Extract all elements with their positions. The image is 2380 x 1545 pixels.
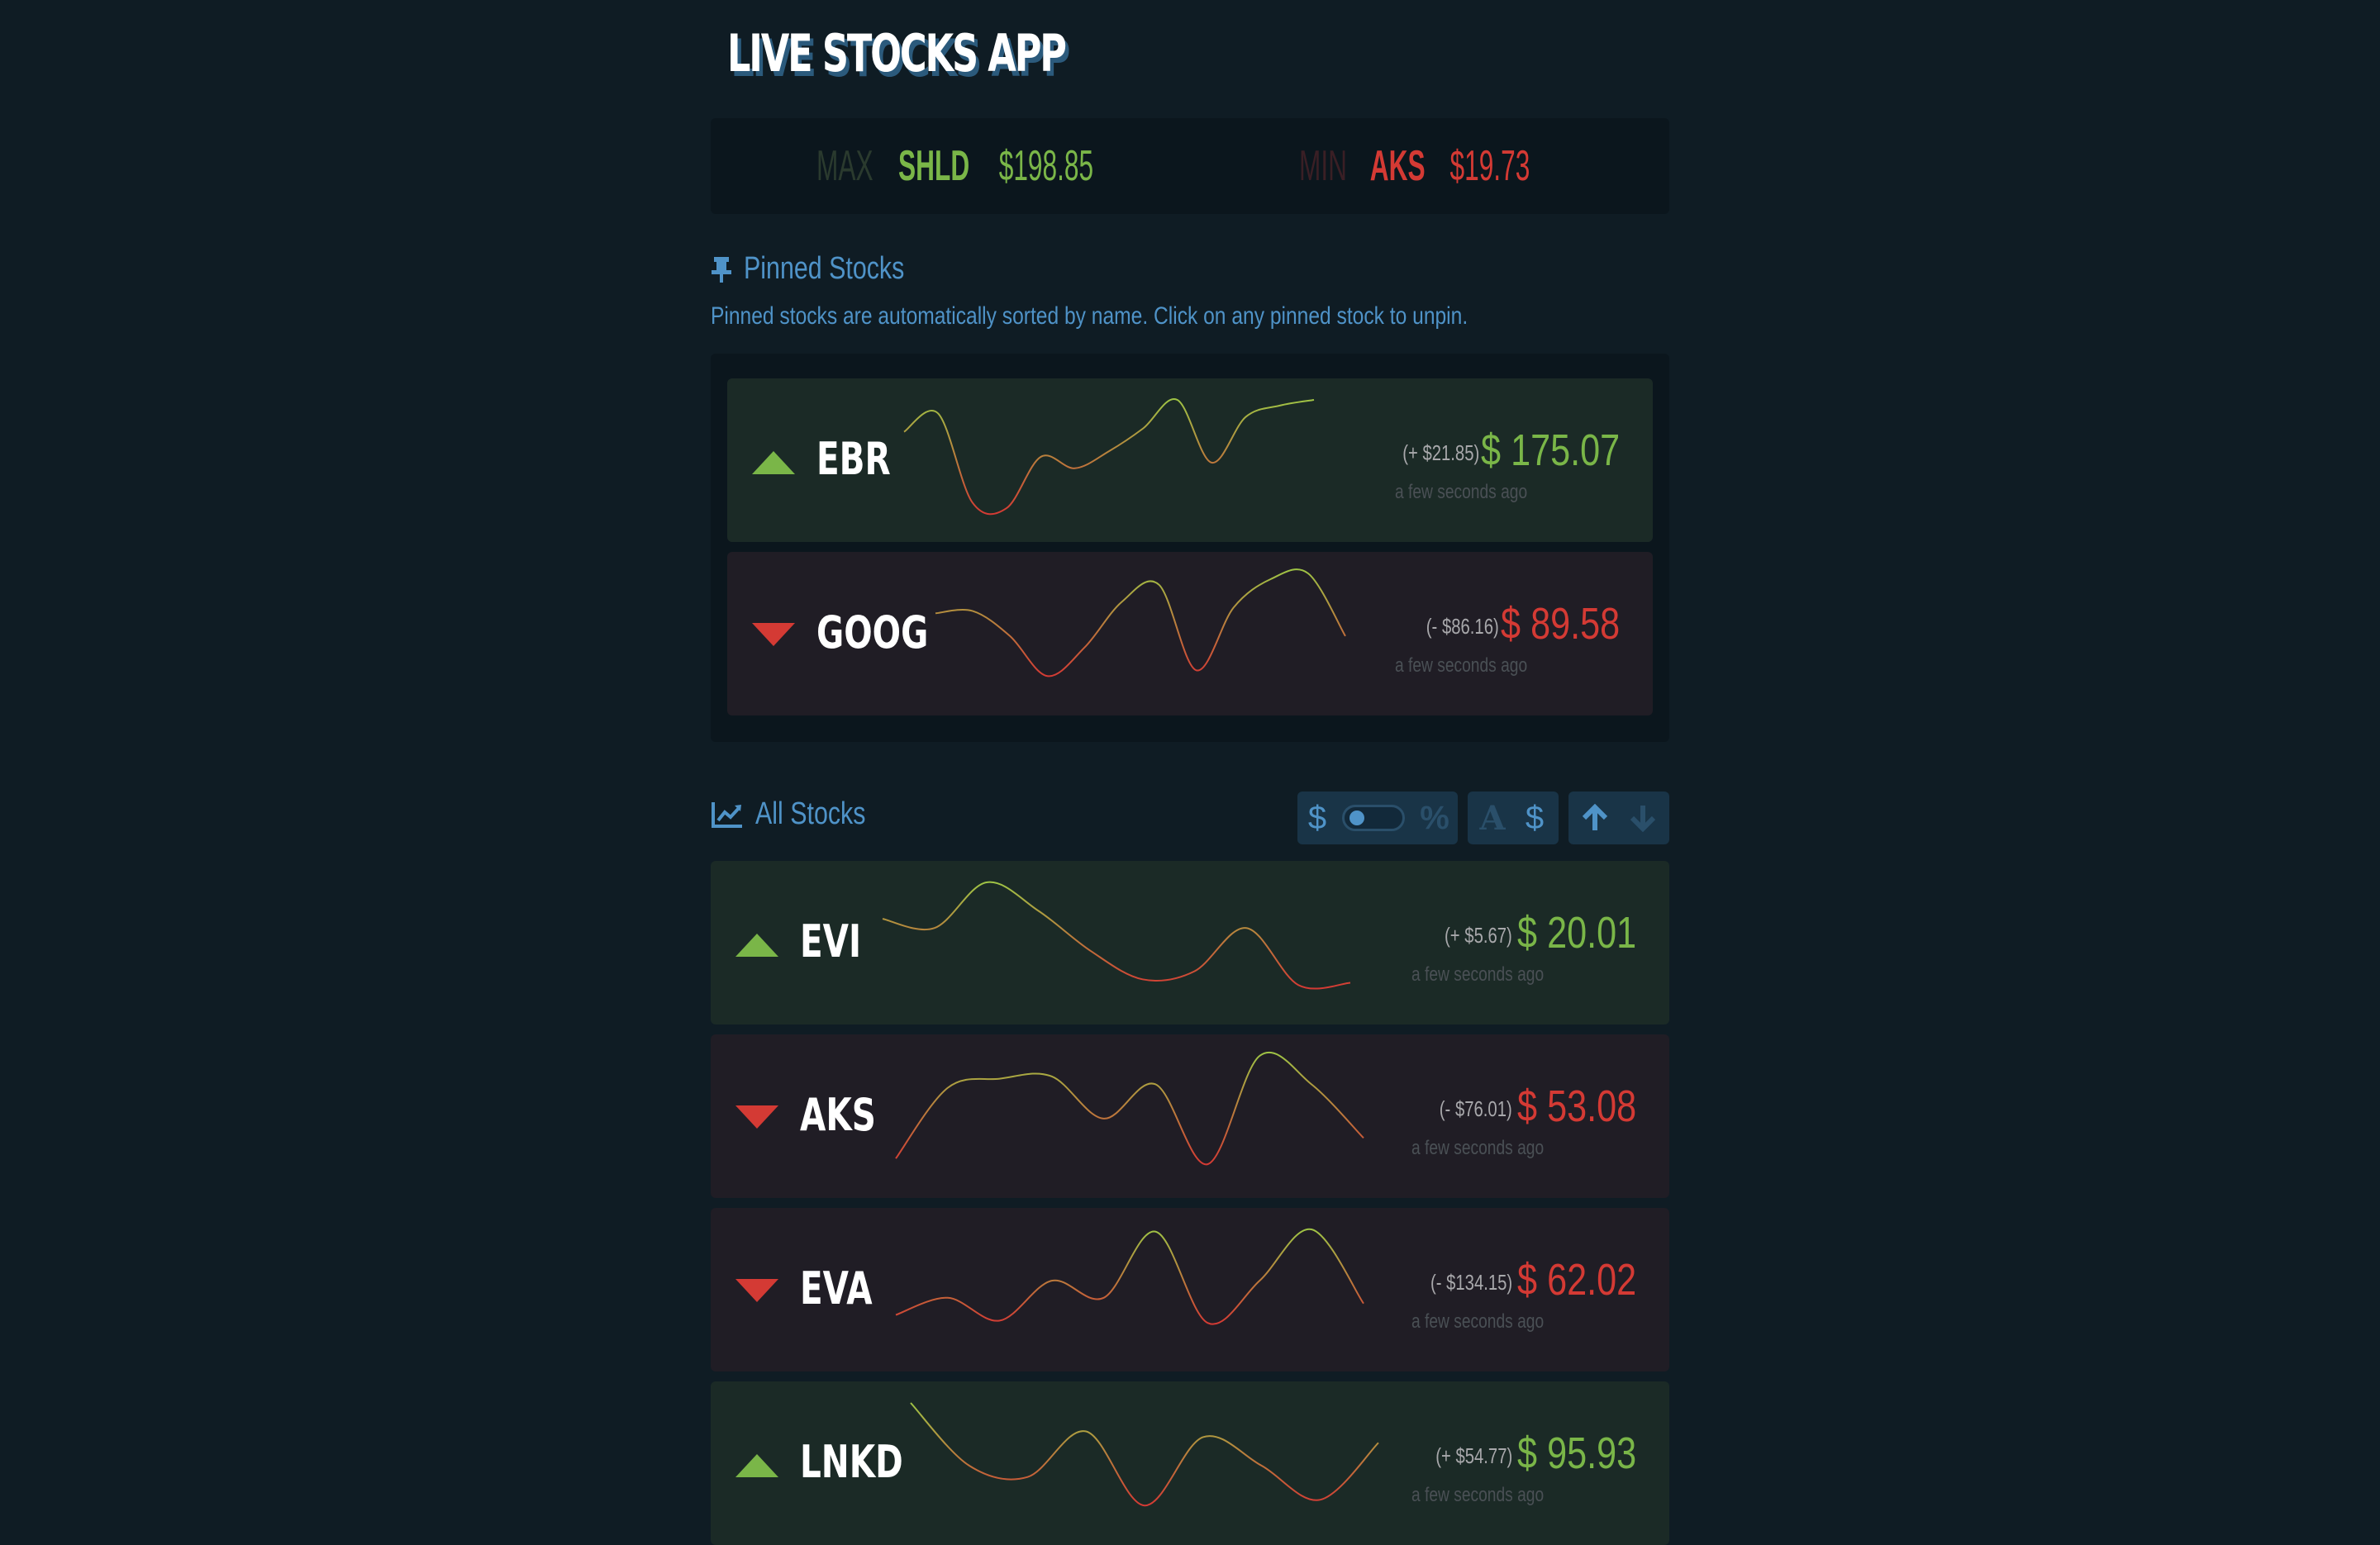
sparkline-chart [910,1402,1379,1507]
percent-mode-button[interactable]: % [1415,792,1454,844]
sparkline-path [910,1402,1379,1507]
stock-symbol: EVA [800,1262,873,1314]
pinned-list: EBR $ 175.07 (+ $21.85) a few seconds ago GO… [711,354,1669,742]
display-mode-toggle[interactable] [1342,805,1405,831]
sparkline-chart [895,1228,1364,1325]
line-chart-icon [712,801,742,828]
arrow-down-icon [1630,806,1656,832]
min-price: $19.73 [1449,142,1530,190]
trend-up-icon [735,934,778,957]
stock-updated-time: a few seconds ago [1411,963,1544,986]
min-label: MIN [1299,142,1347,190]
stock-change: (- $134.15) [1430,1270,1512,1295]
trend-up-icon [735,1454,778,1477]
sort-key-group: A $ [1468,792,1559,844]
trend-down-icon [735,1279,778,1302]
sparkline-chart [895,1051,1364,1166]
trend-down-icon [735,1105,778,1129]
stock-symbol: EBR [816,433,891,485]
stock-updated-time: a few seconds ago [1394,481,1527,503]
pin-icon [712,256,731,283]
min-symbol: AKS [1369,142,1426,190]
sparkline-path [895,1228,1364,1325]
sparkline-path [903,398,1315,516]
max-price: $198.85 [998,142,1094,190]
stock-change: (- $76.01) [1440,1096,1512,1121]
stock-price: $ 95.93 [1516,1429,1636,1478]
stock-card-goog[interactable]: GOOG $ 89.58 (- $86.16) a few seconds ago [727,552,1653,715]
max-label: MAX [816,142,873,190]
trend-down-icon [752,623,795,646]
arrow-up-icon [1582,804,1608,830]
stocks-toolbar: $ % A $ [1297,792,1669,844]
stock-price: $ 20.01 [1516,908,1636,958]
stock-change: (+ $5.67) [1445,923,1512,948]
stock-symbol: GOOG [816,606,929,658]
stock-change: (+ $21.85) [1402,440,1479,465]
stock-change: (+ $54.77) [1435,1443,1512,1468]
display-mode-toggle-group: $ % [1297,792,1458,844]
stock-card-aks[interactable]: AKS $ 53.08 (- $76.01) a few seconds ago [711,1034,1669,1198]
sparkline-path [895,1051,1364,1166]
sparkline-path [882,881,1351,990]
stock-symbol: EVI [800,915,862,967]
summary-bar: MAX SHLD $198.85 MIN AKS $19.73 [711,118,1669,214]
all-stocks-heading: All Stocks [711,796,893,832]
stock-change: (- $86.16) [1426,614,1499,639]
pinned-heading-text: Pinned Stocks [744,251,905,286]
sort-ascending-button[interactable] [1572,792,1618,844]
toggle-knob [1349,811,1364,825]
sparkline-chart [903,398,1315,516]
stock-updated-time: a few seconds ago [1394,654,1527,677]
sort-price-button[interactable]: $ [1514,792,1555,844]
stock-updated-time: a few seconds ago [1411,1484,1544,1506]
pinned-description: Pinned stocks are automatically sorted b… [711,302,1468,330]
app-title: LIVE STOCKS APP [727,23,1067,83]
all-stocks-heading-text: All Stocks [755,796,866,831]
min-stock: MIN AKS $19.73 [1299,141,1624,191]
stock-price: $ 175.07 [1480,425,1620,475]
stock-price: $ 62.02 [1516,1255,1636,1305]
sparkline-path [935,568,1346,677]
sort-order-group [1568,792,1669,844]
stock-card-evi[interactable]: EVI $ 20.01 (+ $5.67) a few seconds ago [711,861,1669,1024]
trend-up-icon [752,451,795,474]
sort-alpha-button[interactable]: A [1471,792,1514,844]
stock-symbol: LNKD [800,1436,903,1488]
stock-card-eva[interactable]: EVA $ 62.02 (- $134.15) a few seconds ago [711,1208,1669,1371]
pinned-heading: Pinned Stocks [711,251,945,287]
currency-mode-button[interactable]: $ [1301,792,1334,844]
stock-price: $ 53.08 [1516,1082,1636,1131]
stock-updated-time: a few seconds ago [1411,1310,1544,1333]
stock-card-ebr[interactable]: EBR $ 175.07 (+ $21.85) a few seconds ago [727,378,1653,542]
sparkline-chart [882,881,1351,990]
stock-price: $ 89.58 [1500,599,1620,649]
sparkline-chart [935,568,1346,677]
stock-card-lnkd[interactable]: LNKD $ 95.93 (+ $54.77) a few seconds ago [711,1381,1669,1545]
stock-updated-time: a few seconds ago [1411,1137,1544,1159]
stock-symbol: AKS [800,1089,876,1141]
max-symbol: SHLD [898,142,970,190]
max-stock: MAX SHLD $198.85 [816,141,1206,191]
sort-descending-button[interactable] [1620,792,1666,844]
